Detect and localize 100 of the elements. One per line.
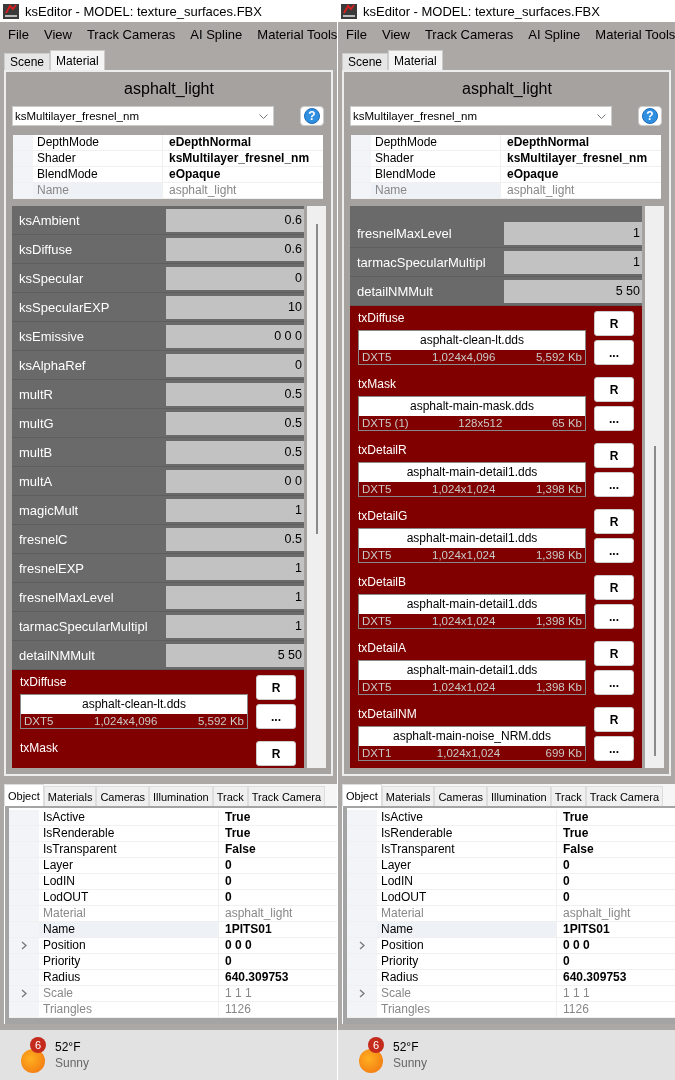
browse-button[interactable]: ... [594, 406, 634, 431]
tab[interactable]: Track [550, 786, 586, 806]
parameter-value-field[interactable]: 0.5 [166, 411, 304, 435]
parameter-value-field[interactable]: 1 [504, 250, 642, 274]
parameter-value-field[interactable]: 1 [504, 221, 642, 245]
reset-button[interactable]: R [594, 377, 634, 402]
texture-filesize: 5,592 Kb [197, 714, 244, 728]
reset-button[interactable]: R [594, 443, 634, 468]
parameter-value-field[interactable]: 0.6 [166, 208, 304, 232]
property-value: 0 [562, 874, 571, 889]
reset-button[interactable]: R [594, 641, 634, 666]
property-label: Triangles [39, 1002, 219, 1017]
texture-dimensions: 1,024x1,024 [432, 614, 496, 628]
menu-item[interactable]: Material Tools [595, 26, 675, 42]
parameter-value-field[interactable]: 1 [166, 498, 304, 522]
property-label: IsActive [39, 810, 219, 825]
parameter-value-field[interactable]: 1 [166, 556, 304, 580]
parameter-label: fresnelC [19, 531, 68, 547]
property-value: 640.309753 [224, 970, 290, 985]
reset-button[interactable]: R [594, 575, 634, 600]
weather-temperature[interactable]: 52°F [55, 1040, 90, 1054]
parameter-value-field[interactable]: 0.6 [166, 237, 304, 261]
texture-label: txDetailR [358, 442, 407, 458]
parameter-value-field[interactable]: 0 0 [166, 469, 304, 493]
tab[interactable]: Scene [4, 53, 51, 70]
tab[interactable]: Track Camera [585, 786, 664, 806]
parameter-value-field[interactable]: 5 50 [504, 279, 642, 303]
browse-button[interactable]: ... [256, 704, 296, 729]
browse-button[interactable]: ... [594, 736, 634, 761]
parameter-value-field[interactable]: 10 [166, 295, 304, 319]
parameter-value-field[interactable]: 0 0 0 [166, 324, 304, 348]
tab[interactable]: Track [212, 786, 248, 806]
texture-filesize: 1,398 Kb [535, 614, 582, 628]
property-label: Position [377, 938, 557, 953]
browse-button[interactable]: ... [594, 472, 634, 497]
browse-button[interactable]: ... [594, 604, 634, 629]
weather-condition[interactable]: Sunny [55, 1056, 90, 1070]
chevron-icon[interactable] [359, 941, 365, 950]
tab[interactable]: Material [50, 50, 105, 70]
tab[interactable]: Material [388, 50, 443, 70]
reset-button[interactable]: R [594, 509, 634, 534]
menu-item[interactable]: View [43, 26, 72, 42]
property-value: 0 [562, 858, 571, 873]
scrollbar[interactable] [645, 206, 664, 768]
tab[interactable]: Cameras [434, 786, 488, 806]
property-label: DepthMode [33, 135, 163, 150]
parameter-value-field[interactable]: 5 50 [166, 643, 304, 667]
reset-button[interactable]: R [594, 707, 634, 732]
reset-button[interactable]: R [256, 675, 296, 700]
property-label: LodOUT [39, 890, 219, 905]
tab[interactable]: Object [342, 784, 382, 806]
property-value: False [562, 842, 595, 857]
menu-item[interactable]: File [8, 26, 29, 42]
scrollbar[interactable] [307, 206, 326, 768]
property-value: asphalt_light [168, 183, 238, 198]
tab[interactable]: Scene [342, 53, 389, 70]
browse-button[interactable]: ... [594, 340, 634, 365]
property-label: Layer [39, 858, 219, 873]
chevron-icon[interactable] [359, 989, 365, 998]
property-label: BlendMode [371, 167, 501, 182]
chevron-icon[interactable] [21, 941, 27, 950]
menu-item[interactable]: View [381, 26, 410, 42]
parameter-value-field[interactable]: 0 [166, 266, 304, 290]
shader-dropdown[interactable]: ksMultilayer_fresnel_nm [350, 106, 612, 126]
tab[interactable]: Materials [381, 786, 435, 806]
parameter-value-field[interactable]: 1 [166, 585, 304, 609]
tab[interactable]: Illumination [149, 786, 213, 806]
tab[interactable]: Illumination [487, 786, 551, 806]
menu-item[interactable]: Track Cameras [86, 26, 176, 42]
weather-condition[interactable]: Sunny [393, 1056, 428, 1070]
texture-label: txDiffuse [20, 674, 67, 690]
property-label: Priority [39, 954, 219, 969]
menu-item[interactable]: Material Tools [257, 26, 337, 42]
browse-button[interactable]: ... [594, 670, 634, 695]
tab[interactable]: Materials [43, 786, 97, 806]
tab[interactable]: Object [4, 784, 44, 806]
parameter-value-field[interactable]: 0 [166, 353, 304, 377]
browse-button[interactable]: ... [594, 538, 634, 563]
parameter-value-field[interactable]: 0.5 [166, 440, 304, 464]
menu-item[interactable]: AI Spline [528, 26, 581, 42]
texture-filename: asphalt-main-detail1.dds [359, 595, 585, 614]
tab[interactable]: Cameras [96, 786, 150, 806]
weather-temperature[interactable]: 52°F [393, 1040, 428, 1054]
property-value: 1 1 1 [224, 986, 253, 1001]
material-name: asphalt_light [462, 79, 552, 99]
chevron-down-icon [259, 113, 268, 119]
chevron-icon[interactable] [21, 989, 27, 998]
menu-item[interactable]: File [346, 26, 367, 42]
parameter-value-field[interactable]: 1 [166, 614, 304, 638]
menu-item[interactable]: AI Spline [190, 26, 243, 42]
property-value: 0 [224, 890, 233, 905]
property-value: ksMultilayer_fresnel_nm [506, 151, 649, 166]
reset-button[interactable]: R [594, 311, 634, 336]
chevron-down-icon [597, 113, 606, 119]
shader-dropdown[interactable]: ksMultilayer_fresnel_nm [12, 106, 274, 126]
reset-button[interactable]: R [256, 741, 296, 766]
parameter-value-field[interactable]: 0.5 [166, 382, 304, 406]
menu-item[interactable]: Track Cameras [424, 26, 514, 42]
tab[interactable]: Track Camera [247, 786, 326, 806]
parameter-value-field[interactable]: 0.5 [166, 527, 304, 551]
